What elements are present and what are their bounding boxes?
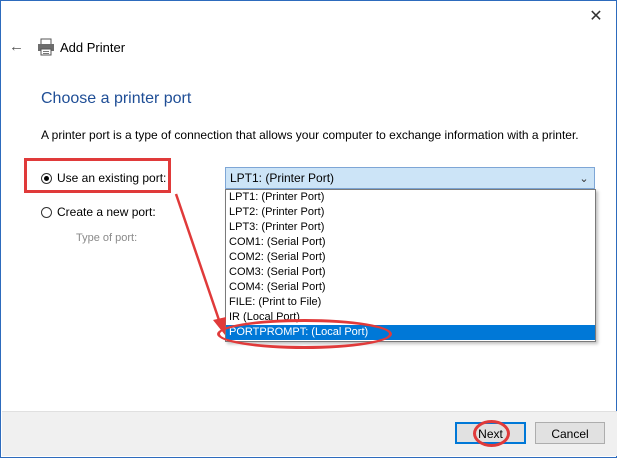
port-option[interactable]: FILE: (Print to File)	[226, 295, 595, 310]
cancel-button[interactable]: Cancel	[535, 422, 605, 444]
create-new-port-label: Create a new port:	[57, 205, 156, 219]
create-new-port-option[interactable]: Create a new port:	[41, 205, 156, 219]
page-description: A printer port is a type of connection t…	[41, 128, 579, 142]
button-bar: Next Cancel	[2, 411, 617, 456]
close-icon[interactable]: ✕	[586, 7, 606, 27]
existing-port-select-value: LPT1: (Printer Port)	[230, 171, 335, 185]
port-option[interactable]: COM4: (Serial Port)	[226, 280, 595, 295]
chevron-down-icon[interactable]: ⌄	[574, 172, 594, 185]
annotation-rectangle	[24, 158, 171, 193]
port-option[interactable]: COM1: (Serial Port)	[226, 235, 595, 250]
port-option[interactable]: COM3: (Serial Port)	[226, 265, 595, 280]
page-title: Choose a printer port	[41, 90, 192, 107]
printer-icon	[38, 38, 54, 56]
back-arrow-icon[interactable]: ←	[9, 38, 27, 56]
create-new-port-radio[interactable]	[41, 206, 52, 218]
annotation-ellipse-next	[473, 420, 510, 447]
window-title: Add Printer	[60, 40, 126, 55]
port-option[interactable]: LPT2: (Printer Port)	[226, 205, 595, 220]
port-option[interactable]: COM2: (Serial Port)	[226, 250, 595, 265]
port-option[interactable]: LPT3: (Printer Port)	[226, 220, 595, 235]
type-of-port-label: Type of port:	[76, 232, 138, 244]
port-option[interactable]: LPT1: (Printer Port)	[226, 190, 595, 205]
annotation-ellipse	[217, 319, 392, 349]
add-printer-window: ✕ ← Add Printer Choose a printer port A …	[0, 0, 617, 458]
existing-port-select[interactable]: LPT1: (Printer Port) ⌄	[225, 167, 595, 189]
